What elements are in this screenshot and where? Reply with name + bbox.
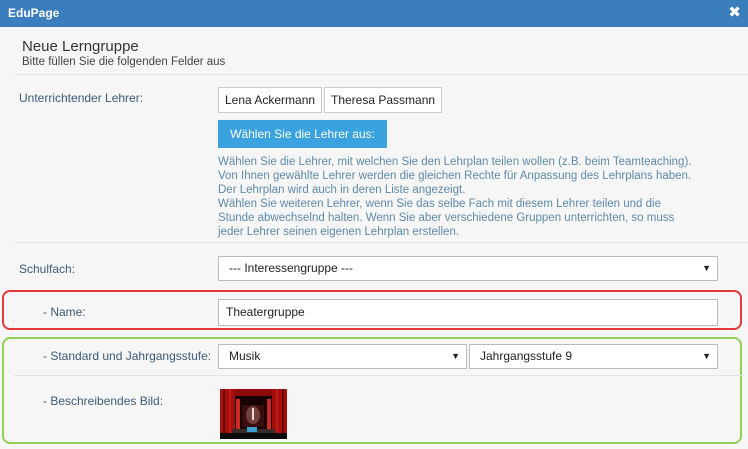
grade-select[interactable]: Jahrgangsstufe 9 ▼ bbox=[469, 344, 718, 369]
standard-subject-value: Musik bbox=[229, 349, 261, 363]
teacher-label: Unterrichtender Lehrer: bbox=[19, 91, 144, 105]
theater-stage-image[interactable] bbox=[220, 389, 287, 439]
divider bbox=[14, 242, 748, 243]
help-line: Der Lehrplan wird auch in deren Liste an… bbox=[218, 184, 466, 197]
standard-label: - Standard und Jahrgangsstufe: bbox=[43, 349, 212, 363]
choose-teachers-button[interactable]: Wählen Sie die Lehrer aus: bbox=[218, 120, 387, 148]
teacher-chip[interactable]: Theresa Passmann bbox=[324, 87, 443, 113]
standard-subject-select[interactable]: Musik ▼ bbox=[218, 344, 467, 369]
subject-select[interactable]: --- Interessengruppe --- ▼ bbox=[218, 256, 718, 281]
help-line: jeder Lehrer seinen eigenen Lehrplan ers… bbox=[218, 226, 460, 239]
chevron-down-icon: ▼ bbox=[702, 351, 711, 361]
grade-select-value: Jahrgangsstufe 9 bbox=[480, 349, 573, 363]
subject-label: Schulfach: bbox=[19, 262, 76, 276]
divider bbox=[14, 74, 748, 75]
image-label: - Beschreibendes Bild: bbox=[43, 394, 164, 408]
help-line: Stunde abwechselnd halten. Wenn Sie aber… bbox=[218, 212, 675, 225]
dialog-content: Neue Lerngruppe Bitte füllen Sie die fol… bbox=[0, 27, 748, 449]
help-line: Wählen Sie weiteren Lehrer, wenn Sie das… bbox=[218, 198, 661, 211]
name-label: - Name: bbox=[43, 305, 86, 319]
teacher-chip[interactable]: Lena Ackermann bbox=[218, 87, 323, 113]
chevron-down-icon: ▼ bbox=[451, 351, 460, 361]
close-icon[interactable]: ✖ bbox=[728, 4, 741, 22]
window-title: EduPage bbox=[8, 6, 60, 20]
subject-select-value: --- Interessengruppe --- bbox=[229, 261, 354, 275]
teacher-help-text: Wählen Sie die Lehrer, mit welchen Sie d… bbox=[218, 155, 718, 240]
help-line: Wählen Sie die Lehrer, mit welchen Sie d… bbox=[218, 156, 692, 168]
divider bbox=[14, 375, 744, 376]
help-line: Von Ihnen gewählte Lehrer werden die gle… bbox=[218, 170, 692, 183]
form-heading: Neue Lerngruppe bbox=[22, 38, 139, 55]
chevron-down-icon: ▼ bbox=[702, 263, 711, 273]
form-subheading: Bitte füllen Sie die folgenden Felder au… bbox=[22, 56, 226, 68]
window-titlebar: EduPage ✖ bbox=[0, 0, 748, 27]
name-input[interactable]: Theatergruppe bbox=[218, 299, 718, 326]
